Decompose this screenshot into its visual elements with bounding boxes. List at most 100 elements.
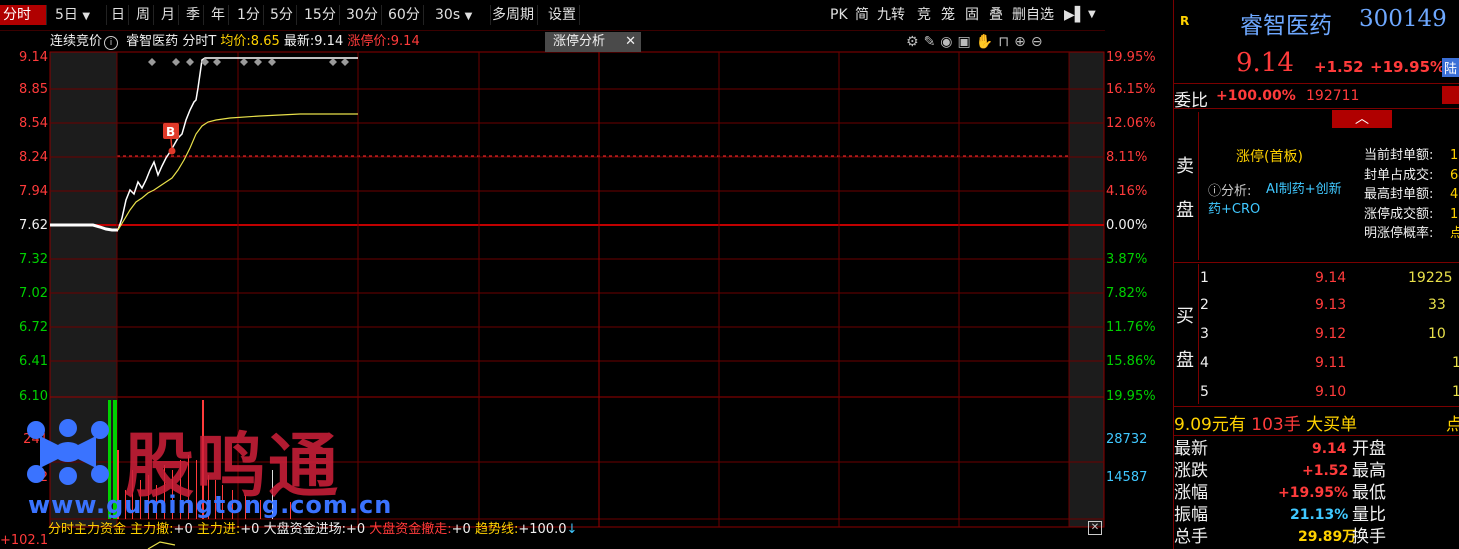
main-in-label: 主力进: [196,522,241,537]
stat-value: 21.13% [1290,507,1349,523]
quote-price: 9.14 [1236,48,1294,78]
tab-year[interactable]: 年 [208,5,229,25]
capital-flow-title: 分时主力资金 [48,522,127,537]
tab-15min[interactable]: 15分 [301,5,340,25]
bid-level[interactable]: 4 9.11 1 [1200,355,1459,379]
bid-level[interactable]: 5 9.10 1 [1200,384,1459,408]
brand-logo [27,419,109,485]
close-icon[interactable]: ✕ [1088,521,1102,535]
watermark-url: www.gumingtong.com.cn [28,491,393,519]
tab-5day[interactable]: 5日 ▼ [52,5,107,25]
seal-stat-label: 涨停成交额: [1364,206,1434,222]
pct-tick: 12.06% [1106,116,1156,131]
price-tick: 8.24 [19,150,48,165]
pct-tick: 19.95% [1106,389,1156,404]
volume-tick-right: 28732 [1106,432,1148,447]
tab-day[interactable]: 日 [108,5,129,25]
event-markers [148,58,349,66]
tab-5day-label: 5日 [55,7,78,23]
market-out-label: 大盘资金撤走: [369,522,452,537]
hand-icon[interactable]: ✋ [976,34,998,50]
price-tick: 6.10 [19,389,48,404]
chevron-down-icon[interactable]: ▼ [1086,5,1098,25]
seal-stat-value: 64 [1450,167,1459,183]
arrow-down-icon: ↓ [566,522,578,537]
tab-week[interactable]: 周 [133,5,154,25]
price-tick: 8.54 [19,116,48,131]
tab-30s[interactable]: 30s ▼ [432,5,491,25]
stat-label: 振幅 [1174,505,1208,525]
bid-level[interactable]: 2 9.13 33 [1200,297,1459,321]
tab-1min[interactable]: 1分 [234,5,264,25]
tab-multi-period[interactable]: 多周期 [489,5,538,25]
bid-volume: 33 [1428,297,1446,313]
eye-icon[interactable]: ◉ [940,34,957,50]
tab-quarter[interactable]: 季 [183,5,204,25]
stock-name: 睿智医药 [126,34,179,49]
bid-price: 9.11 [1315,355,1347,371]
tab-limit-analysis[interactable]: 涨停分析 ✕ [545,32,641,52]
cage-button[interactable]: 笼 [939,5,957,25]
pen-icon[interactable]: ✎ [924,34,941,50]
seal-stat-value: 4. [1450,187,1459,202]
remove-watchlist-button[interactable]: 删自选 [1010,5,1056,25]
limit-label: 涨停价: [347,34,391,49]
seal-stat-label: 最高封单额: [1364,187,1434,202]
tab-month[interactable]: 月 [158,5,179,25]
tab-30min[interactable]: 30分 [343,5,382,25]
box-icon[interactable]: ▣ [958,34,976,50]
weibi-value: +100.00% [1216,88,1296,104]
jiuzhuan-button[interactable]: 九转 [875,5,907,25]
settings-button[interactable]: 设置 [545,5,580,25]
bid-level[interactable]: 3 9.12 10 [1200,326,1459,350]
zoom-out-icon[interactable]: ⊖ [1031,34,1048,50]
capital-flow-bar: 分时主力资金 主力撤:+0 主力进:+0 大盘资金进场:+0 大盘资金撤走:+0… [48,519,1104,541]
expand-tab[interactable] [1442,86,1459,104]
volume-tick-right: 14587 [1106,470,1148,485]
fix-button[interactable]: 固 [963,5,981,25]
pct-tick: 11.76% [1106,320,1156,335]
analysis-value: AI制药+创新药+CRO [1208,182,1342,217]
stat-label: 最低 [1352,483,1386,503]
main-out-label: 主力撤: [130,522,174,537]
collapse-up-icon[interactable]: ︿ [1332,110,1392,128]
collapse-panel-icon[interactable]: ▶▌ [1062,5,1088,25]
info-icon[interactable]: i [104,36,119,50]
bid-level-num: 4 [1200,355,1209,371]
seal-stat-label: 当前封单额: [1364,148,1434,163]
chevron-down-icon: ▼ [464,11,473,22]
price-tick: 6.72 [19,320,48,335]
indicator-tick: +102.1 [0,533,49,548]
buy-marker-label: B [166,125,175,139]
tab-60min[interactable]: 60分 [385,5,424,25]
zoom-in-icon[interactable]: ⊕ [1014,34,1031,50]
trend-label: 趋势线: [474,522,519,537]
stat-value: +1.52 [1302,463,1349,479]
stat-label: 涨幅 [1174,483,1208,503]
avg-value: 8.65 [250,34,280,49]
chart-mode: 分时T [182,34,217,49]
stat-label: 最高 [1352,461,1386,481]
gear-icon[interactable]: ⚙ [906,34,924,50]
tab-intraday[interactable]: 分时 [0,5,47,25]
auction-button[interactable]: 竞 [915,5,933,25]
bid-level[interactable]: 1 9.14 19225 [1200,268,1459,292]
lock-icon[interactable]: ⊓ [998,34,1014,50]
seal-stats: 当前封单额: 封单占成交: 最高封单额: 涨停成交额: 明涨停概率: [1364,146,1433,244]
stat-label: 涨跌 [1174,461,1208,481]
bid-volume: 10 [1428,326,1446,342]
stat-value: 29.89万 [1298,529,1357,545]
bid-level-num: 5 [1200,384,1209,400]
overlay-button[interactable]: 叠 [987,5,1005,25]
stat-label: 量比 [1352,505,1386,525]
pk-button[interactable]: PK [828,5,850,25]
stat-value: 9.14 [1312,441,1347,457]
period-toolbar: 分时 5日 ▼ 日 周 月 季 年 1分 5分 15分 30分 60分 30s … [0,0,1105,31]
close-icon[interactable]: ✕ [625,32,636,52]
price-tick: 7.32 [19,252,48,267]
simple-button[interactable]: 简 [853,5,871,25]
tab-limit-analysis-label: 涨停分析 [553,34,606,49]
price-tick: 6.41 [19,354,48,369]
price-tick: 7.02 [19,286,48,301]
tab-5min[interactable]: 5分 [267,5,297,25]
